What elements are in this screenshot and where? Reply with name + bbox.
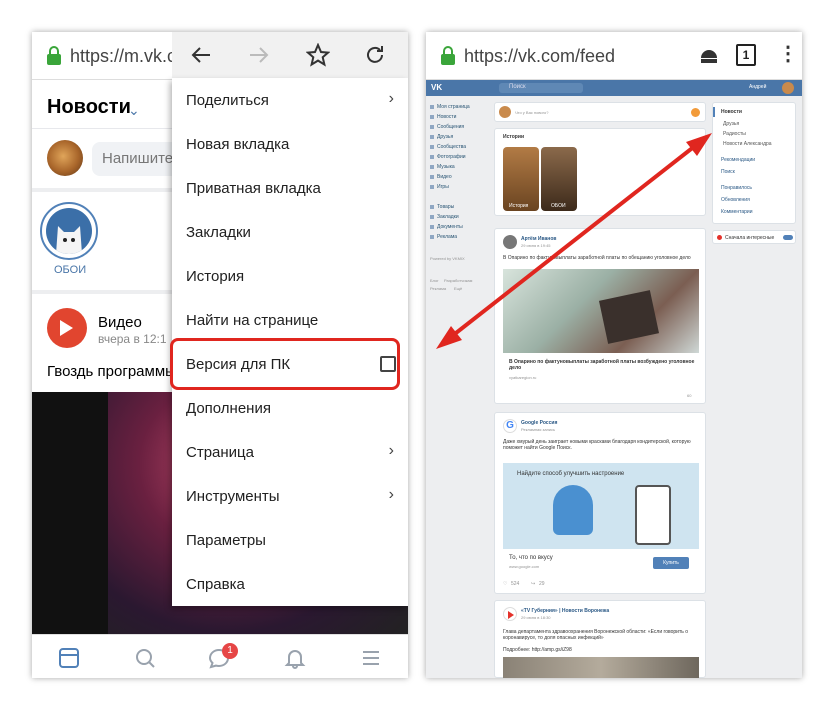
annotation-arrow <box>436 133 712 349</box>
